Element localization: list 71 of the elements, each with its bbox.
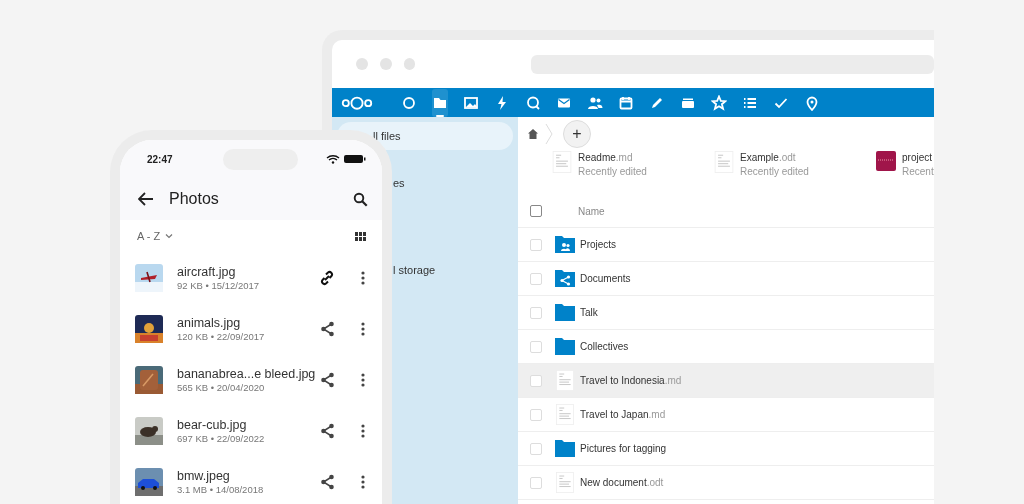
file-name[interactable]: Documents xyxy=(580,273,631,284)
file-name[interactable]: Travel to Indonesia.md xyxy=(580,375,682,386)
document-icon xyxy=(552,151,572,173)
share-icon[interactable] xyxy=(320,422,335,439)
file-name[interactable]: aircraft.jpg xyxy=(177,264,319,279)
file-name[interactable]: Readme.md xyxy=(578,151,647,165)
column-header[interactable]: Name xyxy=(578,205,605,217)
folder-icon xyxy=(555,304,575,321)
folder-icon xyxy=(555,338,575,355)
chevron-down-icon xyxy=(165,233,174,239)
window-dot[interactable] xyxy=(403,58,416,70)
sidebar-item[interactable]: l storage xyxy=(393,256,513,284)
file-name[interactable]: Pictures for tagging xyxy=(580,443,667,454)
screen-title: Photos xyxy=(169,190,219,208)
battery-icon xyxy=(344,154,366,164)
more-options-icon[interactable] xyxy=(361,270,365,285)
checkbox[interactable] xyxy=(530,205,542,217)
file-subtitle: Recently edited xyxy=(578,165,647,179)
document-icon xyxy=(556,472,574,493)
document-icon xyxy=(556,404,574,425)
file-details: 697 KB • 22/09/2022 xyxy=(177,432,266,444)
more-options-icon[interactable] xyxy=(361,423,365,438)
status-time: 22:47 xyxy=(147,153,174,165)
share-icon[interactable] xyxy=(320,371,335,388)
more-options-icon[interactable] xyxy=(361,372,365,387)
document-icon xyxy=(556,370,574,391)
file-details: 92 KB • 15/12/2017 xyxy=(177,279,261,291)
file-details: 565 KB • 20/04/2020 xyxy=(177,381,266,393)
window-dot[interactable] xyxy=(356,58,368,70)
window-dot[interactable] xyxy=(379,58,392,70)
sort-button[interactable]: A - Z xyxy=(137,230,174,242)
more-options-icon[interactable] xyxy=(361,321,365,336)
file-row[interactable]: Pictures for tagging xyxy=(518,432,934,466)
folder-icon[interactable] xyxy=(432,88,448,117)
file-name[interactable]: Travel to Japan.md xyxy=(580,409,666,420)
more-options-icon[interactable] xyxy=(361,474,365,489)
folder-icon xyxy=(555,440,575,457)
file-name[interactable]: bmw.jpeg xyxy=(177,468,320,483)
file-row[interactable]: Projects xyxy=(518,228,934,262)
sidebar-item[interactable]: es xyxy=(393,169,513,197)
file-name[interactable]: Talk xyxy=(580,307,598,318)
file-name[interactable]: New document.odt xyxy=(580,477,664,488)
file-row[interactable]: New document.odt xyxy=(518,466,934,500)
group-folder-icon xyxy=(555,236,575,253)
add-button[interactable]: + xyxy=(563,120,591,148)
file-name[interactable]: Collectives xyxy=(580,341,629,352)
wifi-icon xyxy=(326,154,340,164)
file-row[interactable]: Documents xyxy=(518,262,934,296)
file-subtitle: Recently edited xyxy=(740,165,809,179)
file-name[interactable]: Projects xyxy=(580,239,617,250)
file-subtitle: Recent xyxy=(902,165,934,179)
file-name[interactable]: animals.jpg xyxy=(177,315,320,330)
link-icon[interactable] xyxy=(319,269,335,286)
file-name[interactable]: bear-cub.jpg xyxy=(177,417,320,432)
file-row[interactable]: Talk xyxy=(518,296,934,330)
share-icon[interactable] xyxy=(320,320,335,337)
search-icon[interactable] xyxy=(353,191,368,207)
file-details: 3.1 MB • 14/08/2018 xyxy=(177,483,265,495)
share-icon[interactable] xyxy=(320,473,335,490)
file-details: 120 KB • 22/09/2017 xyxy=(177,330,266,342)
file-name[interactable]: Example.odt xyxy=(740,151,809,165)
home-icon[interactable] xyxy=(527,128,539,140)
file-name[interactable]: bananabrea...e bleed.jpg xyxy=(177,366,320,381)
file-row[interactable]: Travel to Indonesia.md xyxy=(518,364,934,398)
shared-folder-icon xyxy=(555,270,575,287)
document-icon xyxy=(714,151,734,173)
file-row[interactable]: Travel to Japan.md xyxy=(518,398,934,432)
back-arrow-icon[interactable] xyxy=(138,192,154,206)
chevron-icon xyxy=(545,123,553,145)
file-name[interactable]: project xyxy=(902,151,934,165)
grid-view-icon[interactable] xyxy=(355,231,366,241)
